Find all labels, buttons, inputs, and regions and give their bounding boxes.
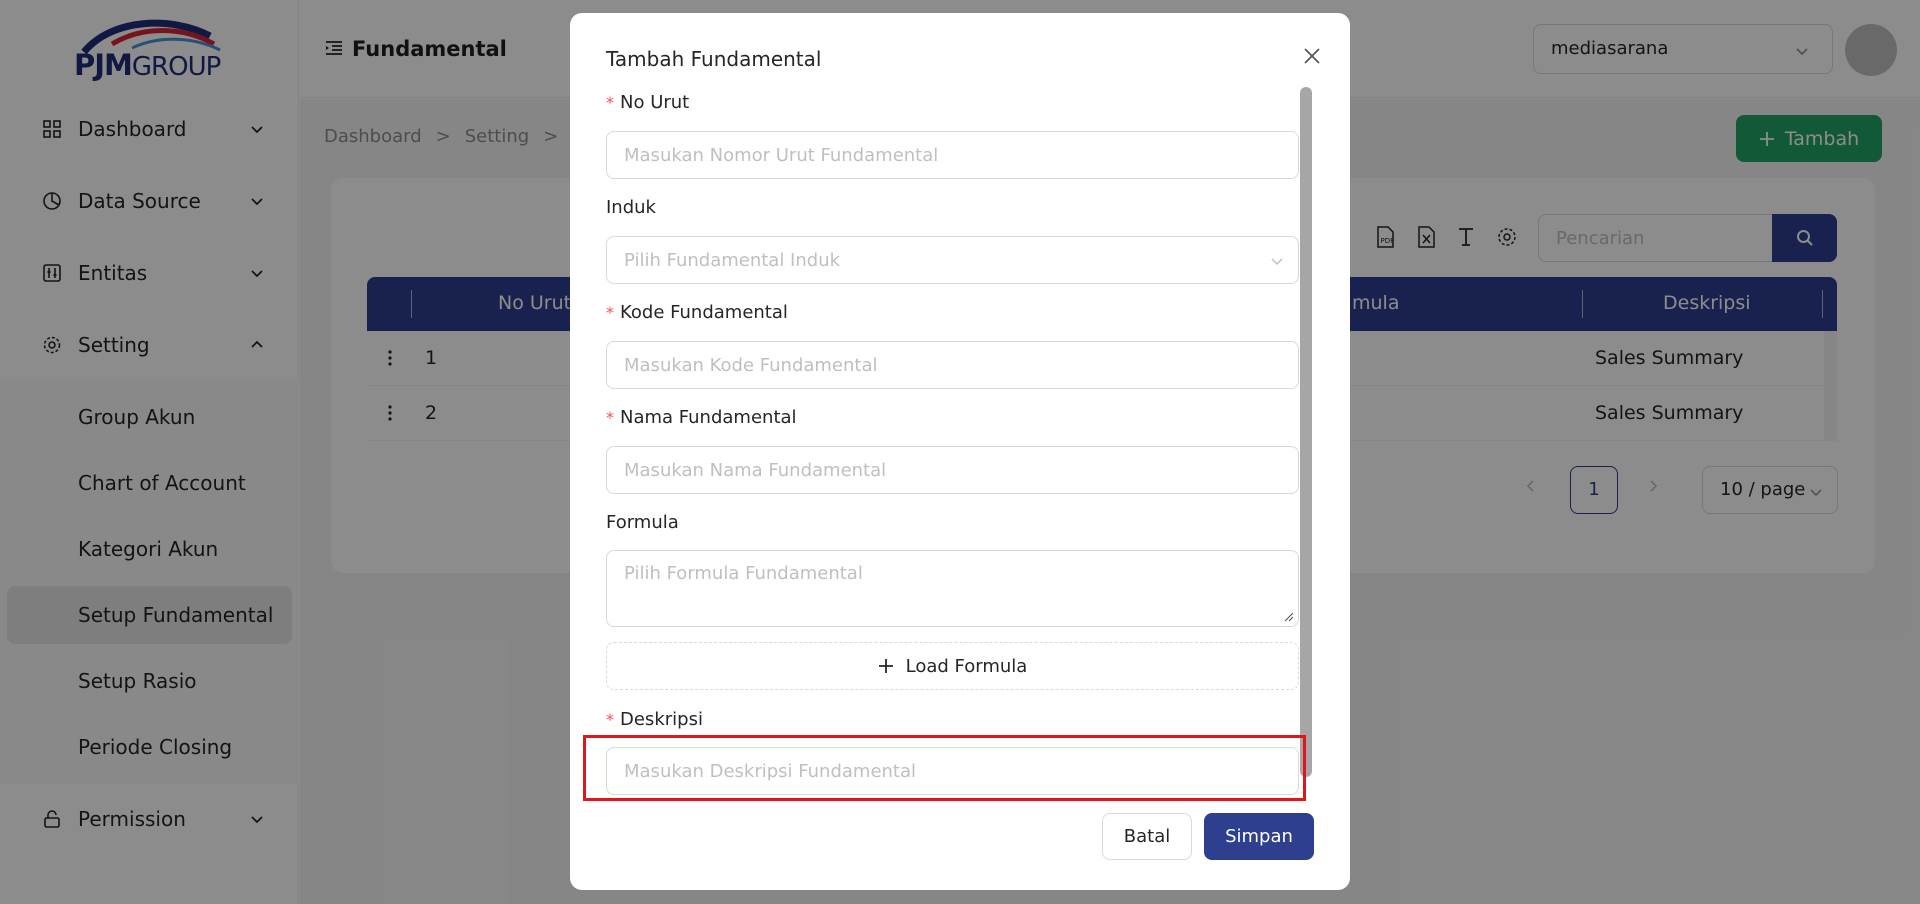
field-label-kode: * Kode Fundamental — [606, 302, 788, 323]
induk-select-placeholder: Pilih Fundamental Induk — [624, 250, 841, 271]
required-mark: * — [606, 408, 614, 427]
close-icon[interactable] — [1300, 44, 1324, 68]
nama-field[interactable] — [606, 446, 1299, 494]
formula-textarea[interactable] — [607, 551, 1298, 626]
add-fundamental-modal: Tambah Fundamental *No Urut Induk Pilih … — [570, 13, 1350, 890]
cancel-button[interactable]: Batal — [1102, 813, 1192, 860]
modal-title: Tambah Fundamental — [606, 47, 822, 71]
field-label-nama: * Nama Fundamental — [606, 407, 797, 428]
save-button[interactable]: Simpan — [1204, 813, 1314, 860]
required-mark: * — [606, 303, 614, 322]
field-label-induk: Induk — [606, 197, 656, 218]
resize-handle-icon[interactable] — [1284, 612, 1294, 622]
modal-scrollbar[interactable] — [1300, 87, 1312, 777]
formula-field[interactable] — [606, 550, 1299, 627]
load-formula-button[interactable]: Load Formula — [606, 642, 1299, 690]
no-urut-field[interactable] — [606, 131, 1299, 179]
nama-input[interactable] — [607, 447, 1298, 493]
required-mark: * — [606, 710, 614, 729]
field-label-deskripsi: * Deskripsi — [606, 709, 703, 730]
required-mark: * — [606, 93, 614, 112]
induk-select[interactable]: Pilih Fundamental Induk — [606, 236, 1299, 284]
kode-input[interactable] — [607, 342, 1298, 388]
kode-field[interactable] — [606, 341, 1299, 389]
field-label-no-urut: * No Urut — [606, 92, 690, 113]
no-urut-input[interactable] — [607, 132, 1298, 178]
field-label-formula: Formula — [606, 512, 679, 533]
chevron-down-icon — [1271, 258, 1283, 266]
load-formula-label: Load Formula — [905, 655, 1028, 677]
plus-icon — [878, 659, 893, 673]
focus-highlight-box — [583, 735, 1306, 801]
